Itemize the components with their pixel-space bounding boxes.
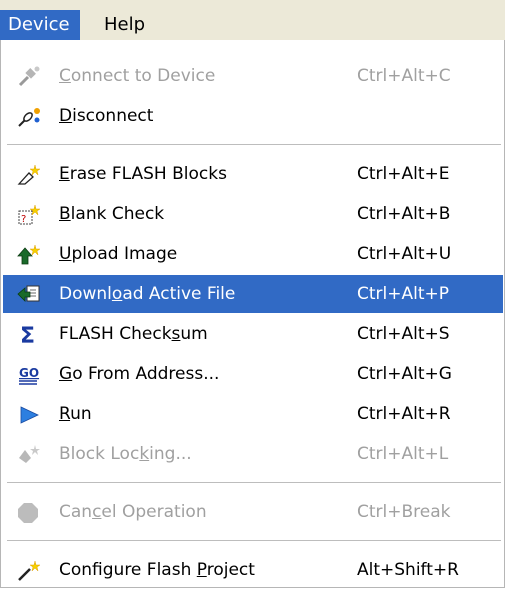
menu-item-label: Go From Address... (59, 364, 220, 384)
menu-item-flash-checksum[interactable]: Σ FLASH Checksum Ctrl+Alt+S (3, 315, 503, 353)
shortcut-label: Ctrl+Alt+B (357, 204, 451, 224)
shortcut-label: Ctrl+Alt+G (357, 364, 452, 384)
run-play-icon (17, 404, 41, 426)
shortcut-label: Ctrl+Break (357, 502, 451, 522)
menu-item-label: Configure Flash Project (59, 560, 255, 580)
shortcut-label: Ctrl+Alt+U (357, 244, 452, 264)
stop-octagon-icon (17, 502, 41, 524)
connect-plug-icon (17, 66, 41, 88)
menu-device[interactable]: Device (0, 10, 80, 40)
menu-item-label: Download Active File (59, 284, 236, 304)
shortcut-label: Ctrl+Alt+L (357, 444, 449, 464)
svg-text:?: ? (21, 214, 26, 225)
menu-item-label: Cancel Operation (59, 502, 207, 522)
menu-item-configure-flash-project[interactable]: Configure Flash Project Alt+Shift+R (3, 551, 503, 589)
menu-item-block-locking[interactable]: Block Locking... Ctrl+Alt+L (3, 435, 503, 473)
menu-item-erase-flash-blocks[interactable]: Erase FLASH Blocks Ctrl+Alt+E (3, 155, 503, 193)
go-icon: GO (17, 364, 41, 386)
menu-item-label: Blank Check (59, 204, 165, 224)
menu-item-label: Connect to Device (59, 66, 216, 86)
menu-bar: Device Help (0, 0, 505, 42)
menu-item-label: Upload Image (59, 244, 178, 264)
menu-separator (7, 540, 501, 541)
menu-separator (7, 144, 501, 145)
menu-item-go-from-address[interactable]: GO Go From Address... Ctrl+Alt+G (3, 355, 503, 393)
shortcut-label: Ctrl+Alt+S (357, 324, 450, 344)
menu-item-label: Erase FLASH Blocks (59, 164, 227, 184)
shortcut-label: Ctrl+Alt+C (357, 66, 451, 86)
menu-item-disconnect[interactable]: Disconnect (3, 97, 503, 135)
menu-item-label: FLASH Checksum (59, 324, 208, 344)
shortcut-label: Alt+Shift+R (357, 560, 459, 580)
device-dropdown-menu: Connect to Device Ctrl+Alt+C Disconnect … (0, 40, 505, 588)
menu-item-run[interactable]: Run Ctrl+Alt+R (3, 395, 503, 433)
menu-item-cancel-operation[interactable]: Cancel Operation Ctrl+Break (3, 493, 503, 531)
shortcut-label: Ctrl+Alt+E (357, 164, 450, 184)
menu-item-download-active-file[interactable]: Download Active File Ctrl+Alt+P (3, 275, 503, 313)
svg-text:Σ: Σ (20, 324, 35, 346)
sigma-icon: Σ (17, 324, 41, 349)
menu-item-label: Disconnect (59, 106, 154, 126)
menu-help[interactable]: Help (96, 10, 153, 40)
disconnect-plug-icon (17, 106, 41, 128)
download-icon (17, 284, 41, 306)
shortcut-label: Ctrl+Alt+R (357, 404, 451, 424)
svg-text:GO: GO (19, 366, 39, 380)
blank-check-icon: ? (17, 204, 41, 226)
upload-icon (17, 244, 41, 266)
configure-wand-icon (17, 560, 41, 582)
menu-item-label: Block Locking... (59, 444, 192, 464)
shortcut-label: Ctrl+Alt+P (357, 284, 450, 304)
menu-item-connect-to-device[interactable]: Connect to Device Ctrl+Alt+C (3, 57, 503, 95)
menu-item-upload-image[interactable]: Upload Image Ctrl+Alt+U (3, 235, 503, 273)
block-locking-icon (17, 444, 41, 466)
menu-separator (7, 482, 501, 483)
menu-item-label: Run (59, 404, 92, 424)
eraser-icon (17, 164, 41, 186)
menu-item-blank-check[interactable]: ? Blank Check Ctrl+Alt+B (3, 195, 503, 233)
